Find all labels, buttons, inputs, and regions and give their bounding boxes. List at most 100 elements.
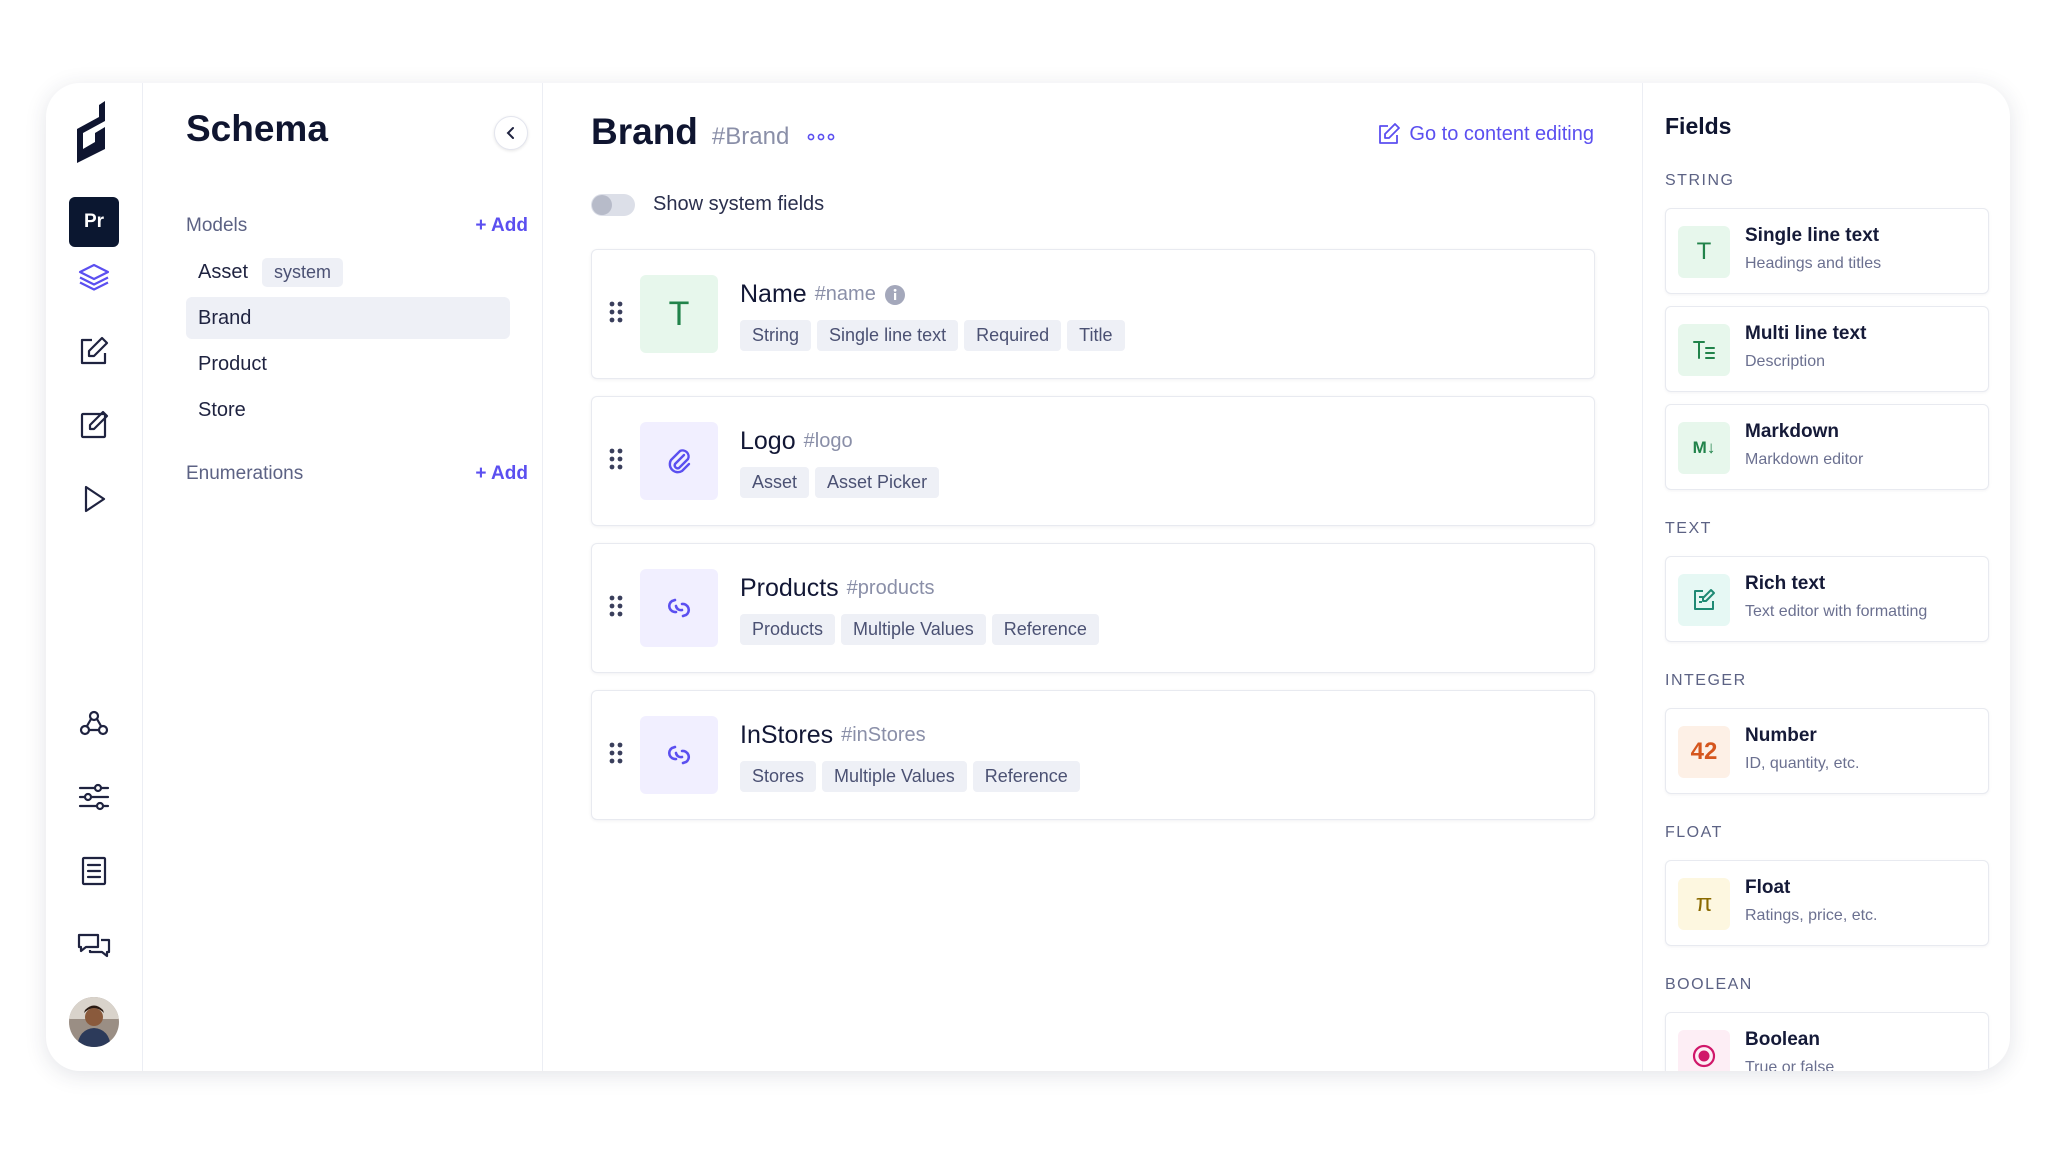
- category-string: STRING: [1665, 172, 1735, 189]
- field-type-name: Single line text: [1745, 225, 1880, 246]
- field-api-id: #name: [814, 283, 876, 305]
- model-title: Brand: [591, 111, 698, 152]
- add-enumeration-button[interactable]: + Add: [475, 463, 528, 485]
- field-card-instores[interactable]: InStores #inStores Stores Multiple Value…: [591, 690, 1595, 820]
- radio-boolean-icon: [1678, 1030, 1730, 1071]
- category-text: TEXT: [1665, 520, 1712, 537]
- number-icon: 42: [1678, 726, 1730, 778]
- field-tag: Title: [1067, 320, 1125, 351]
- field-type-desc: ID, quantity, etc.: [1745, 755, 1860, 772]
- show-system-fields-toggle[interactable]: [591, 193, 635, 216]
- field-card-products[interactable]: Products #products Products Multiple Val…: [591, 543, 1595, 673]
- field-name: Products: [740, 574, 839, 602]
- text-t-icon: T: [640, 275, 718, 353]
- info-icon[interactable]: [884, 284, 906, 306]
- collapse-sidebar-button[interactable]: [494, 116, 528, 150]
- goto-label: Go to content editing: [1409, 122, 1594, 145]
- sidebar-item-brand[interactable]: Brand: [186, 297, 510, 339]
- field-tag: Required: [964, 320, 1062, 351]
- field-type-name: Multi line text: [1745, 323, 1867, 344]
- field-type-name: Number: [1745, 725, 1817, 746]
- field-type-desc: Headings and titles: [1745, 255, 1882, 272]
- field-name-row: Name #name: [740, 280, 906, 309]
- field-tags: String Single line text Required Title: [740, 320, 1125, 351]
- more-options-button[interactable]: [807, 129, 835, 147]
- field-tag: Reference: [991, 614, 1099, 645]
- user-avatar[interactable]: [69, 997, 119, 1047]
- model-api-id: #Brand: [711, 123, 790, 150]
- field-name-row: Logo #logo: [740, 427, 853, 456]
- field-tag: Single line text: [817, 320, 959, 351]
- drag-handle-icon[interactable]: [608, 447, 624, 476]
- add-model-button[interactable]: + Add: [475, 215, 528, 237]
- field-tag: Products: [740, 614, 836, 645]
- field-api-id: #products: [846, 577, 935, 599]
- sidebar-item-asset[interactable]: Asset system: [186, 251, 510, 293]
- content-edit-alt-icon[interactable]: [76, 407, 112, 443]
- webhooks-icon[interactable]: [76, 705, 112, 741]
- app-window: Pr Schema Models + Add Asset system Bran…: [46, 83, 2010, 1071]
- field-tag: Stores: [740, 761, 817, 792]
- rich-text-icon: [1678, 574, 1730, 626]
- model-name: Store: [198, 398, 246, 421]
- docs-icon[interactable]: [76, 853, 112, 889]
- schema-sidebar: Schema Models + Add Asset system Brand P…: [143, 83, 543, 1071]
- field-tags: Asset Asset Picker: [740, 467, 940, 498]
- go-to-content-editing-link[interactable]: Go to content editing: [1377, 122, 1594, 146]
- field-tag: Multiple Values: [822, 761, 967, 792]
- model-name: Product: [198, 352, 267, 375]
- field-tag: Reference: [972, 761, 1080, 792]
- field-type-boolean[interactable]: Boolean True or false: [1665, 1012, 1989, 1071]
- field-type-desc: Text editor with formatting: [1745, 603, 1928, 620]
- sidebar-item-store[interactable]: Store: [186, 389, 510, 431]
- toggle-label: Show system fields: [653, 193, 825, 215]
- field-type-desc: True or false: [1745, 1059, 1835, 1071]
- field-type-desc: Ratings, price, etc.: [1745, 907, 1878, 924]
- field-tag: Asset Picker: [815, 467, 940, 498]
- chevron-left-icon: [506, 127, 514, 139]
- text-t-icon: T: [1678, 226, 1730, 278]
- field-api-id: #inStores: [841, 724, 926, 746]
- field-type-name: Markdown: [1745, 421, 1839, 442]
- field-card-name[interactable]: T Name #name String Single line text Req…: [591, 249, 1595, 379]
- content-edit-icon[interactable]: [76, 333, 112, 369]
- system-fields-toggle-row: Show system fields: [591, 193, 824, 216]
- field-type-name: Boolean: [1745, 1029, 1820, 1050]
- sidebar-item-product[interactable]: Product: [186, 343, 510, 385]
- edit-icon: [1379, 123, 1401, 144]
- drag-handle-icon[interactable]: [608, 741, 624, 770]
- paperclip-icon: [640, 422, 718, 500]
- field-type-float[interactable]: π Float Ratings, price, etc.: [1665, 860, 1989, 946]
- field-type-name: Rich text: [1745, 573, 1826, 594]
- field-api-id: #logo: [803, 430, 853, 452]
- playground-icon[interactable]: [76, 481, 112, 517]
- field-tag: Multiple Values: [841, 614, 986, 645]
- field-types-panel: Fields STRING T Single line text Heading…: [1643, 83, 2010, 1071]
- field-type-single-line-text[interactable]: T Single line text Headings and titles: [1665, 208, 1989, 294]
- drag-handle-icon[interactable]: [608, 300, 624, 329]
- field-type-rich-text[interactable]: Rich text Text editor with formatting: [1665, 556, 1989, 642]
- field-type-number[interactable]: 42 Number ID, quantity, etc.: [1665, 708, 1989, 794]
- fields-panel-title: Fields: [1665, 113, 1732, 139]
- field-type-desc: Markdown editor: [1745, 451, 1864, 468]
- schema-layers-icon[interactable]: [76, 259, 112, 295]
- model-heading: Brand #Brand: [591, 111, 789, 153]
- left-rail: Pr: [46, 83, 143, 1071]
- field-type-multi-line-text[interactable]: Multi line text Description: [1665, 306, 1989, 392]
- category-integer: INTEGER: [1665, 672, 1747, 689]
- sidebar-title: Schema: [186, 108, 328, 149]
- more-dots-icon: [807, 133, 835, 141]
- field-type-markdown[interactable]: M↓ Markdown Markdown editor: [1665, 404, 1989, 490]
- field-tags: Products Multiple Values Reference: [740, 614, 1099, 645]
- settings-sliders-icon[interactable]: [76, 779, 112, 815]
- multi-line-text-icon: [1678, 324, 1730, 376]
- chat-icon[interactable]: [76, 927, 112, 963]
- category-float: FLOAT: [1665, 824, 1723, 841]
- drag-handle-icon[interactable]: [608, 594, 624, 623]
- model-editor: Brand #Brand Go to content editing Show …: [543, 83, 1643, 1071]
- project-switcher-button[interactable]: Pr: [69, 197, 119, 247]
- field-name-row: InStores #inStores: [740, 721, 926, 750]
- app-logo-icon[interactable]: [73, 99, 115, 163]
- field-card-logo[interactable]: Logo #logo Asset Asset Picker: [591, 396, 1595, 526]
- field-name: Name: [740, 280, 807, 308]
